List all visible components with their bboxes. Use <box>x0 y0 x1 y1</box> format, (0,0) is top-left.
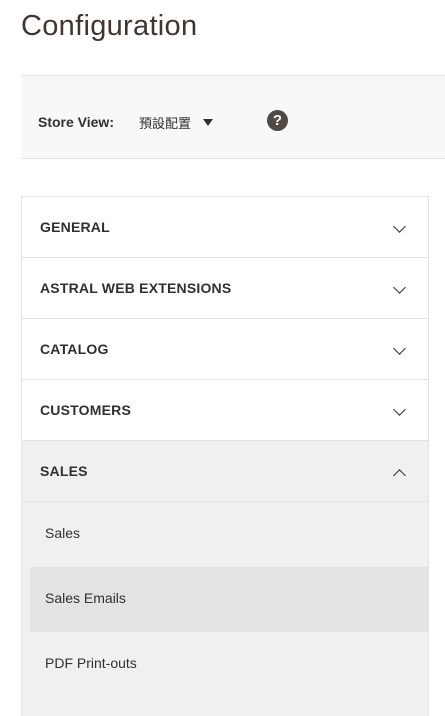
tab-label: CUSTOMERS <box>40 402 131 418</box>
chevron-down-icon <box>393 220 406 233</box>
store-view-selected-value: 預設配置 <box>139 116 192 132</box>
subitem-label: Sales <box>45 525 81 541</box>
configuration-page: Configuration Store View: 預設配置 ? GENERAL… <box>0 0 445 716</box>
tab-sales[interactable]: SALES <box>22 441 428 502</box>
subitem-label: PDF Print-outs <box>45 655 137 671</box>
store-view-dropdown[interactable]: 預設配置 <box>139 111 214 133</box>
subitem-label: Sales Emails <box>45 590 126 606</box>
tab-label: GENERAL <box>40 219 110 235</box>
tab-astral-web-extensions[interactable]: ASTRAL WEB EXTENSIONS <box>22 258 428 319</box>
config-tabs: GENERAL ASTRAL WEB EXTENSIONS CATALOG CU… <box>21 196 429 716</box>
tab-label: SALES <box>40 463 88 479</box>
subitem-sales[interactable]: Sales <box>30 502 428 567</box>
tab-general[interactable]: GENERAL <box>22 197 428 258</box>
chevron-down-icon <box>393 281 406 294</box>
question-circle-icon[interactable]: ? <box>267 110 288 131</box>
tab-catalog[interactable]: CATALOG <box>22 319 428 380</box>
store-view-label: Store View: <box>38 114 114 130</box>
sales-subitems: Sales Sales Emails PDF Print-outs <box>22 502 428 716</box>
subitem-pdf-print-outs[interactable]: PDF Print-outs <box>30 632 428 697</box>
chevron-up-icon <box>393 469 406 482</box>
subitem-sales-emails[interactable]: Sales Emails <box>30 567 428 632</box>
store-view-bar: Store View: 預設配置 ? <box>21 75 445 159</box>
chevron-down-icon <box>393 342 406 355</box>
tab-label: CATALOG <box>40 341 109 357</box>
caret-down-icon <box>203 118 214 126</box>
page-title: Configuration <box>21 10 198 42</box>
tab-customers[interactable]: CUSTOMERS <box>22 380 428 441</box>
chevron-down-icon <box>393 403 406 416</box>
tab-label: ASTRAL WEB EXTENSIONS <box>40 280 232 296</box>
